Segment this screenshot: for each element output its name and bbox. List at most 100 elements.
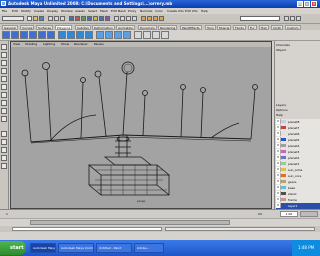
mask-curves-icon[interactable] xyxy=(81,16,86,21)
layer-name: sun_core xyxy=(288,174,302,178)
snap-point-icon[interactable] xyxy=(126,16,131,21)
viewport-menu-renderer[interactable]: Renderer xyxy=(74,42,88,46)
four-view-layout-icon[interactable] xyxy=(1,139,7,145)
menu-normals[interactable]: Normals xyxy=(140,9,152,13)
combine-icon[interactable] xyxy=(58,31,66,39)
bridge-icon[interactable] xyxy=(85,31,93,39)
paint-select-tool-icon[interactable] xyxy=(1,60,7,66)
viewport-menu-shading[interactable]: Shading xyxy=(25,42,37,46)
menu-proxy[interactable]: Proxy xyxy=(128,9,136,13)
taskbar-item[interactable]: Autodesk Maya Unlim... xyxy=(58,243,94,253)
maximize-button[interactable]: □ xyxy=(304,1,310,7)
menu-help[interactable]: Help xyxy=(201,9,208,13)
menu-edit[interactable]: Edit xyxy=(12,9,18,13)
menu-create-uvs[interactable]: Create UVs xyxy=(167,9,184,13)
scale-tool-icon[interactable] xyxy=(1,84,7,90)
viewport-menu-show[interactable]: Show xyxy=(61,42,69,46)
viewport-menu-panels[interactable]: Panels xyxy=(94,42,104,46)
insert-edge-loop-icon[interactable] xyxy=(114,31,122,39)
menu-modify[interactable]: Modify xyxy=(21,9,31,13)
snap-curve-icon[interactable] xyxy=(120,16,125,21)
viewport-menu-view[interactable]: View xyxy=(13,42,20,46)
current-frame-field[interactable]: 1.00 xyxy=(280,211,298,217)
render-globals-icon[interactable] xyxy=(159,16,164,21)
range-slider-bar[interactable] xyxy=(30,220,230,225)
layer-editor-menu-help[interactable]: Help xyxy=(276,113,320,118)
rotate-tool-icon[interactable] xyxy=(1,76,7,82)
menu-edit-mesh[interactable]: Edit Mesh xyxy=(111,9,126,13)
poly-torus-icon[interactable] xyxy=(47,31,55,39)
extrude-icon[interactable] xyxy=(76,31,84,39)
mask-handles-icon[interactable] xyxy=(69,16,74,21)
snap-plane-icon[interactable] xyxy=(132,16,137,21)
mask-surfaces-icon[interactable] xyxy=(87,16,92,21)
single-perspective-layout-icon[interactable] xyxy=(1,131,7,137)
layer-color-swatch xyxy=(281,120,286,123)
poly-sphere-icon[interactable] xyxy=(2,31,10,39)
last-tool-icon[interactable] xyxy=(1,116,7,122)
split-polygon-icon[interactable] xyxy=(105,31,113,39)
toggle-attribute-editor-icon[interactable] xyxy=(284,16,289,21)
taskbar-item[interactable]: Adobe... xyxy=(134,243,164,253)
select-hierarchy-icon[interactable] xyxy=(48,16,53,21)
poly-cube-icon[interactable] xyxy=(11,31,19,39)
uv-editor-icon[interactable] xyxy=(161,31,169,39)
menu-mesh[interactable]: Mesh xyxy=(100,9,108,13)
render-icon[interactable] xyxy=(147,16,152,21)
poly-cone-icon[interactable] xyxy=(29,31,37,39)
poly-cylinder-icon[interactable] xyxy=(20,31,28,39)
menu-edit-uvs[interactable]: Edit UVs xyxy=(185,9,198,13)
taskbar-item[interactable]: Autodesk Maya... xyxy=(30,243,56,253)
start-button[interactable]: start xyxy=(0,241,26,255)
toggle-tool-settings-icon[interactable] xyxy=(290,16,295,21)
menu-file[interactable]: File xyxy=(2,9,7,13)
append-polygon-icon[interactable] xyxy=(96,31,104,39)
soft-modification-tool-icon[interactable] xyxy=(1,100,7,106)
reduce-icon[interactable] xyxy=(143,31,151,39)
select-component-icon[interactable] xyxy=(60,16,65,21)
menu-create[interactable]: Create xyxy=(34,9,44,13)
show-manipulator-tool-icon[interactable] xyxy=(1,108,7,114)
toggle-channel-box-icon[interactable] xyxy=(296,16,301,21)
hypershade-layout-icon[interactable] xyxy=(1,163,7,169)
select-object-icon[interactable] xyxy=(54,16,59,21)
perspective-viewport[interactable]: View Shading Lighting Show Renderer Pane… xyxy=(10,41,272,209)
menu-color[interactable]: Color xyxy=(155,9,163,13)
time-slider[interactable]: 1 24 1.00 xyxy=(0,209,320,218)
mode-selector[interactable] xyxy=(2,16,24,21)
channelbox-menu-object[interactable]: Object xyxy=(276,48,320,53)
manipulator-tool-icon[interactable] xyxy=(1,92,7,98)
range-slider[interactable] xyxy=(0,218,320,226)
save-scene-icon[interactable] xyxy=(39,16,44,21)
new-scene-icon[interactable] xyxy=(27,16,32,21)
persp-outliner-layout-icon[interactable] xyxy=(1,147,7,153)
move-tool-icon[interactable] xyxy=(1,68,7,74)
playback-controls[interactable] xyxy=(300,211,318,217)
minimize-button[interactable]: _ xyxy=(297,1,303,7)
menu-display[interactable]: Display xyxy=(47,9,58,13)
quick-selection-field[interactable] xyxy=(240,16,280,21)
poly-plane-icon[interactable] xyxy=(38,31,46,39)
smooth-icon[interactable] xyxy=(134,31,142,39)
mask-joints-icon[interactable] xyxy=(75,16,80,21)
menu-assets[interactable]: Assets xyxy=(75,9,85,13)
offset-edge-loop-icon[interactable] xyxy=(123,31,131,39)
ipr-render-icon[interactable] xyxy=(153,16,158,21)
lasso-tool-icon[interactable] xyxy=(1,52,7,58)
close-button[interactable]: × xyxy=(311,1,317,7)
menu-select[interactable]: Select xyxy=(88,9,97,13)
persp-graph-layout-icon[interactable] xyxy=(1,155,7,161)
separate-icon[interactable] xyxy=(67,31,75,39)
open-scene-icon[interactable] xyxy=(33,16,38,21)
planar-mapping-icon[interactable] xyxy=(152,31,160,39)
snap-grid-icon[interactable] xyxy=(114,16,119,21)
taskbar-item[interactable]: Untitled - Paint xyxy=(96,243,132,253)
select-tool-icon[interactable] xyxy=(1,44,7,50)
menu-window[interactable]: Window xyxy=(61,9,73,13)
history-icon[interactable] xyxy=(141,16,146,21)
viewport-menu-lighting[interactable]: Lighting xyxy=(43,42,55,46)
mel-command-input[interactable] xyxy=(12,227,162,231)
mask-deformations-icon[interactable] xyxy=(93,16,98,21)
mask-dynamics-icon[interactable] xyxy=(99,16,104,21)
mask-rendering-icon[interactable] xyxy=(105,16,110,21)
